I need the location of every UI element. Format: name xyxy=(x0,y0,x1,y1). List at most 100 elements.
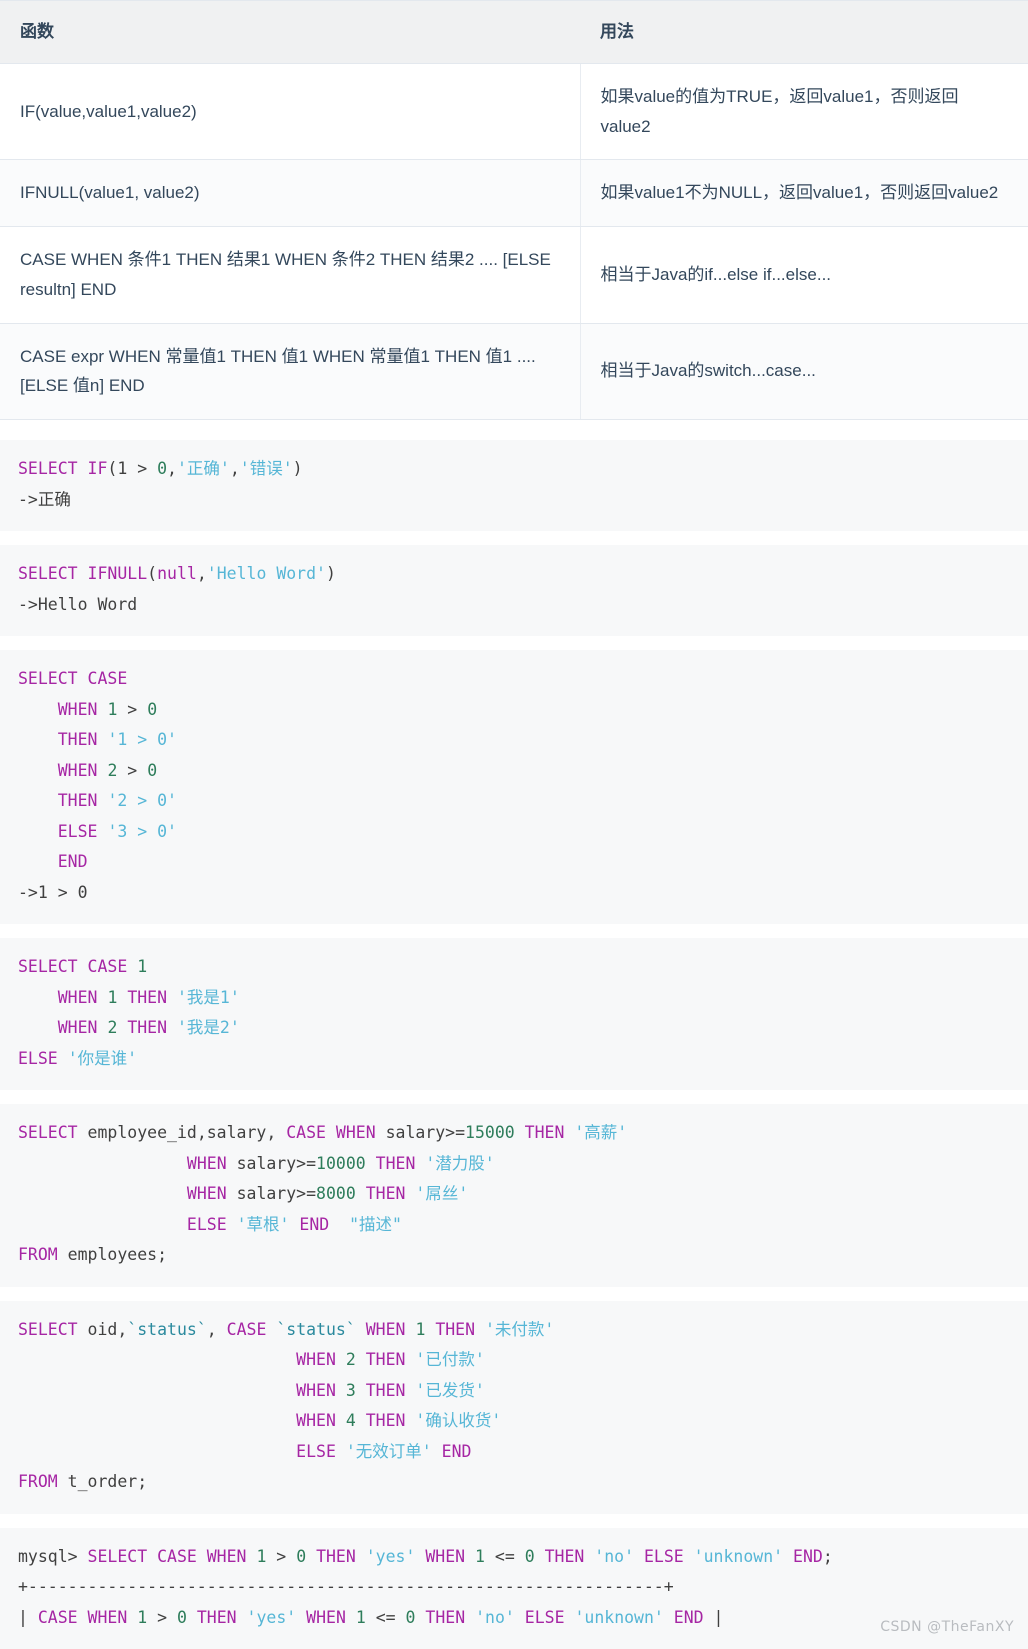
code-token: 1 xyxy=(137,1607,148,1627)
table-body: IF(value,value1,value2) 如果value的值为TRUE，返… xyxy=(0,62,1028,420)
code-token: SELECT xyxy=(18,564,88,584)
code-token: WHEN xyxy=(306,1607,346,1627)
code-line: SELECT IFNULL(null,'Hello Word') xyxy=(18,559,1010,590)
code-token: 0 xyxy=(405,1607,416,1627)
code-token: ) xyxy=(292,459,303,478)
code-token: , xyxy=(167,459,177,478)
code-token: WHEN xyxy=(296,1380,336,1400)
code-token: 'Hello Word' xyxy=(206,564,326,584)
code-token: WHEN xyxy=(57,1018,98,1038)
code-line: WHEN salary>=8000 THEN '屌丝' xyxy=(18,1179,1010,1210)
code-block-case-value-example: SELECT CASE 1 WHEN 1 THEN '我是1' WHEN 2 T… xyxy=(0,938,1028,1091)
code-token: WHEN xyxy=(57,760,98,780)
code-token: '2 > 0' xyxy=(107,791,177,811)
code-line: FROM employees; xyxy=(18,1240,1010,1271)
code-token: WHEN xyxy=(365,1319,406,1339)
code-token: > xyxy=(147,1607,177,1627)
code-token: 1 xyxy=(137,957,148,977)
code-token: WHEN xyxy=(296,1411,336,1431)
cell-usage: 如果value1不为NULL，返回value1，否则返回value2 xyxy=(580,159,1028,227)
code-token: , xyxy=(196,564,207,584)
code-token: employees; xyxy=(57,1245,168,1265)
code-token: '潜力股' xyxy=(425,1153,495,1173)
code-block-case-when-example: SELECT CASE WHEN 1 > 0 THEN '1 > 0' WHEN… xyxy=(0,650,1028,925)
code-token: > xyxy=(117,760,148,780)
code-line: ->Hello Word xyxy=(18,590,1010,621)
code-token: '高薪' xyxy=(574,1123,628,1143)
code-token: '3 > 0' xyxy=(107,821,177,841)
code-token: ->正确 xyxy=(18,489,71,509)
code-token: +---------------------------------------… xyxy=(18,1577,674,1597)
code-token: THEN xyxy=(524,1123,565,1143)
code-line: mysql> SELECT CASE WHEN 1 > 0 THEN 'yes'… xyxy=(18,1542,1010,1573)
code-token: salary>= xyxy=(226,1153,317,1173)
code-line: SELECT CASE 1 xyxy=(18,952,1010,983)
code-token: ELSE xyxy=(18,1048,58,1068)
code-token: CASE WHEN xyxy=(286,1123,376,1143)
code-token: 4 xyxy=(345,1411,356,1431)
code-token: WHEN xyxy=(296,1350,336,1370)
code-line: WHEN 1 THEN '我是1' xyxy=(18,983,1010,1014)
code-token: '未付款' xyxy=(485,1319,555,1339)
table-header-row: 函数 用法 xyxy=(0,0,1028,64)
code-token: '已发货' xyxy=(415,1380,485,1400)
code-token: <= xyxy=(484,1546,525,1566)
code-block-if-example: SELECT IF(1 > 0,'正确','错误') ->正确 xyxy=(0,440,1028,532)
code-token: 1 xyxy=(475,1546,485,1566)
code-token: THEN xyxy=(365,1350,406,1370)
code-token: ( xyxy=(107,459,118,478)
code-token: 10000 xyxy=(316,1153,366,1173)
code-token: ) xyxy=(326,564,336,584)
table-header: 函数 用法 xyxy=(0,0,1028,64)
code-token: ( xyxy=(147,564,158,584)
code-line: END xyxy=(18,847,1010,878)
code-token: SELECT xyxy=(18,1319,78,1339)
code-token: salary>= xyxy=(226,1184,317,1204)
code-block-mysql-terminal-example: mysql> SELECT CASE WHEN 1 > 0 THEN 'yes'… xyxy=(0,1527,1028,1649)
code-token: SELECT CASE xyxy=(18,669,128,689)
cell-usage: 相当于Java的if...else if...else... xyxy=(580,226,1028,324)
code-line: WHEN 2 THEN '已付款' xyxy=(18,1345,1010,1376)
code-token: , xyxy=(206,1319,227,1339)
code-token: > xyxy=(127,459,158,478)
code-token: THEN xyxy=(127,1018,168,1038)
code-token: WHEN xyxy=(425,1546,466,1566)
csdn-watermark: CSDN @TheFanXY xyxy=(880,1619,1014,1636)
cell-function: CASE expr WHEN 常量值1 THEN 值1 WHEN 常量值1 TH… xyxy=(0,322,581,420)
code-token: 1 xyxy=(117,459,128,478)
code-line: SELECT CASE xyxy=(18,664,1010,695)
code-token: '我是2' xyxy=(177,1018,240,1038)
code-token: null xyxy=(157,564,197,584)
code-token: END xyxy=(441,1441,472,1461)
